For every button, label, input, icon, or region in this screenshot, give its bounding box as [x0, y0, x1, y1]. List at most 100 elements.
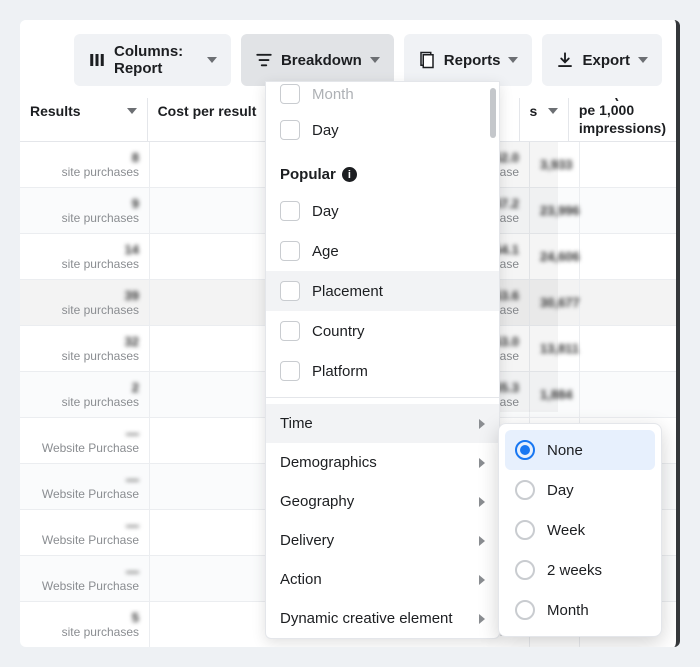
cell-value: — — [30, 426, 139, 441]
checkbox[interactable] — [280, 241, 300, 261]
reports-icon — [418, 51, 436, 69]
category-time[interactable]: Time — [266, 404, 499, 443]
breakdown-button[interactable]: Breakdown — [241, 34, 394, 86]
chevron-right-icon — [479, 614, 485, 624]
cell-results: 39site purchases — [20, 280, 150, 325]
cell-sub: site purchases — [30, 395, 139, 409]
radio[interactable] — [515, 600, 535, 620]
reports-button[interactable]: Reports — [404, 34, 533, 86]
radio[interactable] — [515, 440, 535, 460]
category-geography[interactable]: Geography — [266, 482, 499, 521]
cell-results: 2site purchases — [20, 372, 150, 417]
checkbox[interactable] — [280, 120, 300, 140]
time-option-month[interactable]: Month — [505, 590, 655, 630]
cell-value: 14 — [30, 242, 139, 257]
option-label: 2 weeks — [547, 562, 602, 579]
cell-results: —Website Purchase — [20, 510, 150, 555]
option-age[interactable]: Age — [266, 231, 499, 271]
cell-sub: Website Purchase — [30, 579, 139, 593]
option-day[interactable]: Day — [266, 110, 499, 150]
header-label: s — [530, 103, 538, 119]
cell-results: 32site purchases — [20, 326, 150, 371]
cell-sub: Website Purchase — [30, 533, 139, 547]
header-label: Cost per result — [158, 103, 257, 119]
cell-value: 9 — [30, 196, 139, 211]
category-dynamic-creative-element[interactable]: Dynamic creative element — [266, 599, 499, 638]
category-delivery[interactable]: Delivery — [266, 521, 499, 560]
checkbox[interactable] — [280, 321, 300, 341]
option-label: Month — [547, 602, 589, 619]
option-label: Age — [312, 243, 339, 260]
option-day[interactable]: Day — [266, 191, 499, 231]
cell-value: — — [30, 518, 139, 533]
chevron-right-icon — [479, 497, 485, 507]
radio[interactable] — [515, 480, 535, 500]
option-platform[interactable]: Platform — [266, 351, 499, 391]
option-country[interactable]: Country — [266, 311, 499, 351]
time-option-week[interactable]: Week — [505, 510, 655, 550]
cell-value: — — [30, 564, 139, 579]
columns-icon — [88, 51, 106, 69]
chevron-right-icon — [479, 536, 485, 546]
chevron-down-icon — [127, 108, 137, 114]
cell-sub: site purchases — [30, 211, 139, 225]
radio[interactable] — [515, 520, 535, 540]
option-label: Platform — [312, 363, 368, 380]
radio[interactable] — [515, 560, 535, 580]
cell-sub: site purchases — [30, 625, 139, 639]
option-month-cut[interactable]: Month — [266, 82, 499, 110]
checkbox[interactable] — [280, 281, 300, 301]
info-icon[interactable]: i — [342, 167, 357, 182]
option-label: Country — [312, 323, 365, 340]
breakdown-label: Breakdown — [281, 52, 362, 69]
cell-value: 8 — [30, 150, 139, 165]
checkbox[interactable] — [280, 201, 300, 221]
time-option-day[interactable]: Day — [505, 470, 655, 510]
columns-button[interactable]: Columns: Report — [74, 34, 231, 86]
cell-results: 14site purchases — [20, 234, 150, 279]
dim-overlay — [500, 142, 558, 412]
divider — [266, 397, 499, 398]
category-label: Action — [280, 571, 322, 588]
chevron-down-icon — [638, 57, 648, 63]
category-label: Geography — [280, 493, 354, 510]
option-label: Day — [312, 122, 339, 139]
export-icon — [556, 51, 574, 69]
cell-sub: Website Purchase — [30, 441, 139, 455]
cell-sub: Website Purchase — [30, 487, 139, 501]
time-option-none[interactable]: None — [505, 430, 655, 470]
breakdown-dropdown: Month Day Popular i Day Age Placement Count… — [265, 81, 500, 639]
chevron-down-icon — [508, 57, 518, 63]
checkbox[interactable] — [280, 84, 300, 104]
cell-results: —Website Purchase — [20, 464, 150, 509]
chevron-right-icon — [479, 458, 485, 468]
header-label: Results — [30, 103, 81, 119]
dropdown-scroll[interactable]: Month Day Popular i Day Age Placement Count… — [266, 82, 499, 638]
chevron-right-icon — [479, 419, 485, 429]
section-popular: Popular i — [266, 150, 499, 191]
cell-sub: site purchases — [30, 165, 139, 179]
time-submenu: None Day Week 2 weeks Month — [498, 423, 662, 637]
chevron-down-icon — [207, 57, 217, 63]
category-action[interactable]: Action — [266, 560, 499, 599]
export-label: Export — [582, 52, 630, 69]
cell-sub: site purchases — [30, 257, 139, 271]
cell-sub: site purchases — [30, 303, 139, 317]
cell-results: —Website Purchase — [20, 418, 150, 463]
category-demographics[interactable]: Demographics — [266, 443, 499, 482]
time-option-2-weeks[interactable]: 2 weeks — [505, 550, 655, 590]
option-label: Day — [547, 482, 574, 499]
cell-value: 39 — [30, 288, 139, 303]
section-label-text: Popular — [280, 166, 336, 183]
option-label: Month — [312, 86, 354, 103]
cell-value: 5 — [30, 610, 139, 625]
scrollbar-thumb[interactable] — [490, 88, 496, 138]
checkbox[interactable] — [280, 361, 300, 381]
option-label: Day — [312, 203, 339, 220]
export-button[interactable]: Export — [542, 34, 662, 86]
cell-value: 2 — [30, 380, 139, 395]
cell-results: 8site purchases — [20, 142, 150, 187]
chevron-right-icon — [479, 575, 485, 585]
option-placement[interactable]: Placement — [266, 271, 499, 311]
category-label: Dynamic creative element — [280, 610, 453, 627]
